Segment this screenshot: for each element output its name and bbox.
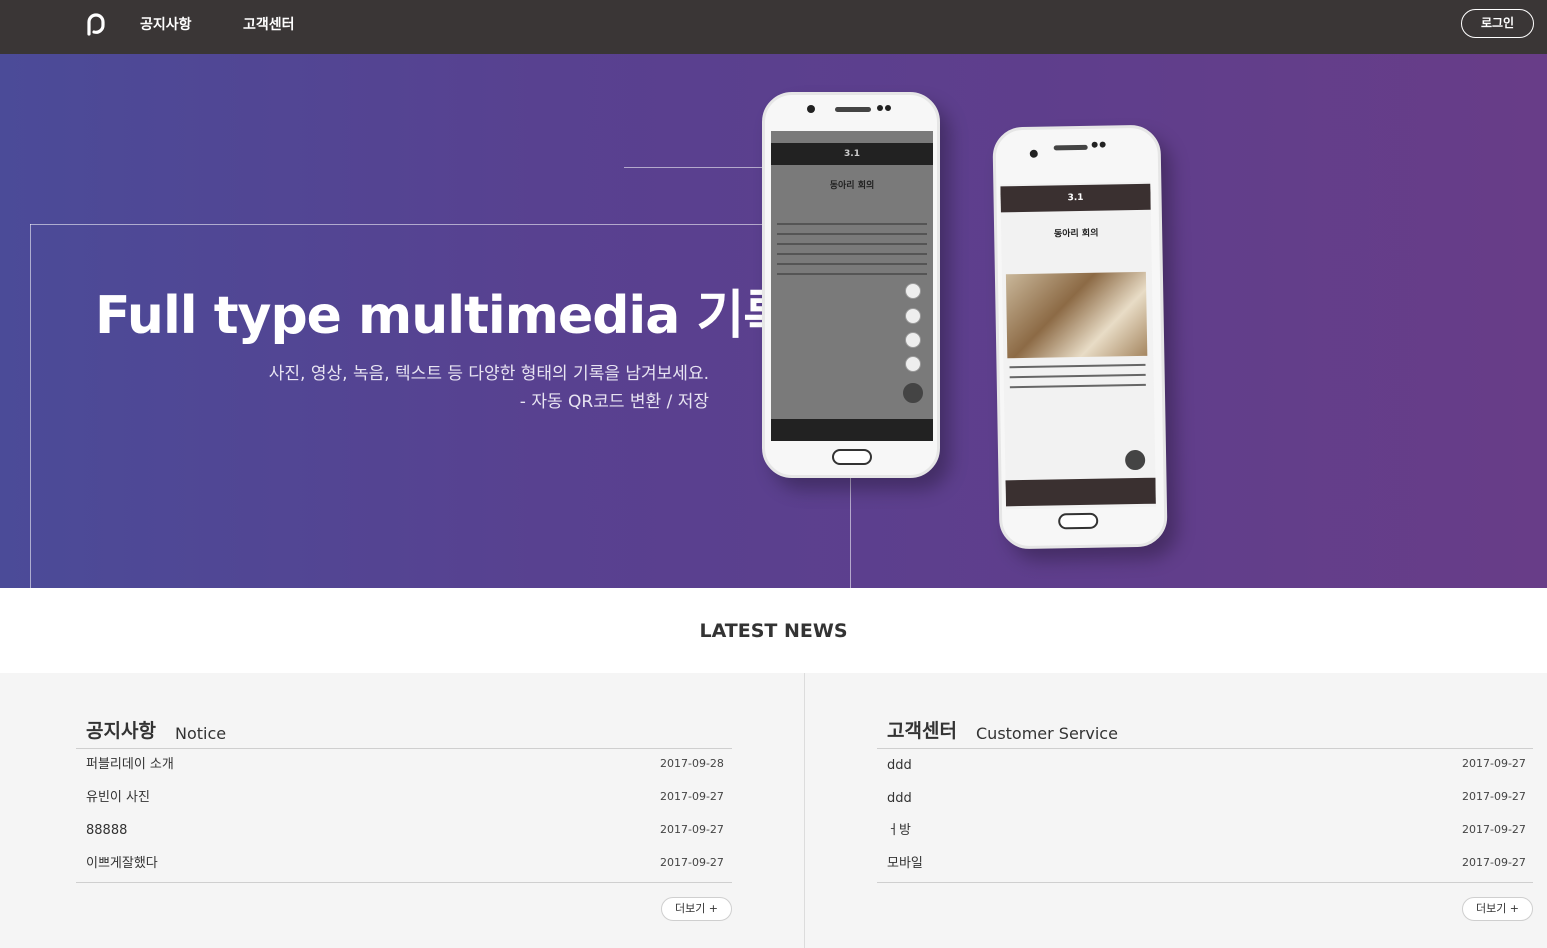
- hero-subtitle-line2: - 자동 QR코드 변환 / 저장: [519, 392, 709, 412]
- add-fab-icon: [903, 383, 923, 403]
- food-photo: [1005, 271, 1148, 359]
- screen-text-lines: [1009, 363, 1146, 369]
- notice-board-title[interactable]: 공지사항: [86, 718, 156, 744]
- nav-link-notice[interactable]: 공지사항: [140, 15, 192, 35]
- notice-row-title[interactable]: 유빈이 사진: [86, 789, 150, 807]
- hero-banner: Full type multimedia 기록 사진, 영상, 녹음, 텍스트 …: [0, 54, 1547, 588]
- notice-board-subtitle: Notice: [175, 724, 227, 743]
- support-top-rule: [877, 748, 1533, 749]
- news-boards: [0, 673, 1547, 948]
- phone-sensor: [885, 105, 891, 111]
- screen-header: 3.1: [1000, 183, 1151, 213]
- support-row-title[interactable]: ddd: [887, 790, 912, 808]
- phone-mockup-right: 3.1 동아리 회의: [992, 124, 1168, 550]
- phone-sensor: [877, 105, 883, 111]
- notice-row-date: 2017-09-28: [660, 757, 724, 770]
- support-row-date: 2017-09-27: [1462, 823, 1526, 836]
- nav-link-support[interactable]: 고객센터: [243, 15, 295, 35]
- screen-tabbar: [1005, 477, 1156, 507]
- mic-fab-icon: [905, 332, 921, 348]
- support-board-subtitle: Customer Service: [976, 724, 1118, 743]
- notice-row-title[interactable]: 88888: [86, 822, 127, 840]
- phone-home-button: [832, 449, 872, 465]
- hero-frame-left-line: [30, 224, 31, 588]
- phone-home-button: [1058, 512, 1099, 530]
- support-row-date: 2017-09-27: [1462, 790, 1526, 803]
- notice-row-date: 2017-09-27: [660, 823, 724, 836]
- phone-camera: [807, 105, 815, 113]
- screen-date: 3.1: [1067, 192, 1084, 204]
- support-bottom-rule: [877, 882, 1533, 883]
- notice-row-date: 2017-09-27: [660, 856, 724, 869]
- boards-divider: [804, 673, 805, 948]
- screen-date: 3.1: [844, 149, 860, 159]
- hero-title: Full type multimedia 기록: [95, 286, 791, 346]
- screen-heading: 동아리 회의: [829, 181, 875, 191]
- add-fab-icon: [1124, 449, 1146, 471]
- hero-subtitle-line1: 사진, 영상, 녹음, 텍스트 등 다양한 형태의 기록을 남겨보세요.: [268, 364, 709, 384]
- video-fab-icon: [905, 308, 921, 324]
- login-button[interactable]: 로그인: [1461, 9, 1534, 38]
- support-board-title[interactable]: 고객센터: [887, 718, 957, 744]
- screen-heading: 동아리 회의: [1053, 228, 1099, 240]
- hero-frame-top-line: [30, 224, 770, 225]
- phone-speaker: [835, 107, 871, 112]
- phone-screen: 3.1 동아리 회의: [771, 131, 933, 441]
- top-nav: 공지사항 고객센터 로그인: [0, 0, 1547, 54]
- screen-tabbar: [771, 419, 933, 441]
- support-row-date: 2017-09-27: [1462, 757, 1526, 770]
- camera-fab-icon: [905, 283, 921, 299]
- hero-vertical-line: [850, 474, 851, 588]
- support-row-date: 2017-09-27: [1462, 856, 1526, 869]
- phone-mockup-left: 3.1 동아리 회의: [762, 92, 940, 478]
- notice-row-date: 2017-09-27: [660, 790, 724, 803]
- phone-screen: 3.1 동아리 회의: [1000, 181, 1156, 510]
- brand-logo-icon[interactable]: [85, 13, 109, 37]
- support-row-title[interactable]: 모바일: [887, 855, 923, 873]
- phone-camera: [1029, 149, 1038, 158]
- notice-bottom-rule: [76, 882, 732, 883]
- phone-sensor: [1099, 141, 1106, 148]
- support-more-button[interactable]: 더보기 +: [1462, 897, 1533, 921]
- support-row-title[interactable]: ㅓ방: [887, 822, 911, 840]
- notice-row-title[interactable]: 퍼블리데이 소개: [86, 756, 174, 774]
- phone-speaker: [1053, 144, 1088, 151]
- latest-news-title: LATEST NEWS: [699, 620, 848, 642]
- screen-text-lines: [777, 223, 927, 225]
- notice-row-title[interactable]: 이쁘게잘했다: [86, 855, 158, 873]
- text-fab-icon: [905, 356, 921, 372]
- notice-more-button[interactable]: 더보기 +: [661, 897, 732, 921]
- notice-top-rule: [76, 748, 732, 749]
- phone-sensor: [1091, 141, 1098, 148]
- support-row-title[interactable]: ddd: [887, 757, 912, 775]
- screen-header: 3.1: [771, 143, 933, 165]
- hero-accent-line: [624, 167, 774, 168]
